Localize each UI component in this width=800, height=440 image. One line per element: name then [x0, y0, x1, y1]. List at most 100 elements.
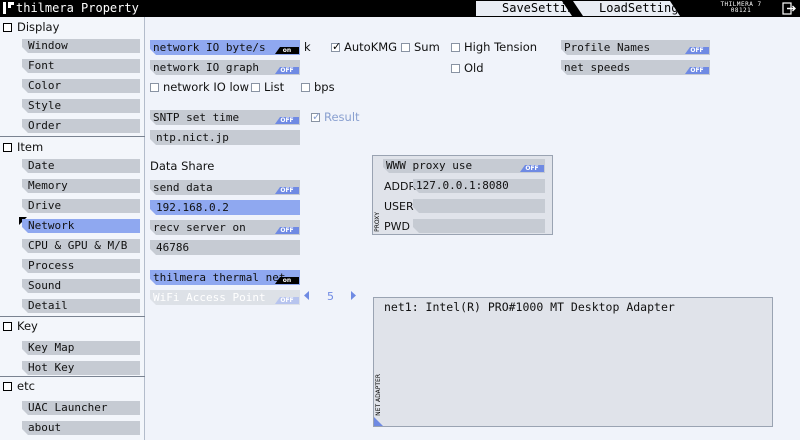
proxy-pwd-input[interactable]	[413, 219, 545, 233]
off-switch: OFF	[275, 67, 299, 74]
section-label: Key	[17, 319, 38, 333]
sidebar-item-process[interactable]: Process	[22, 259, 140, 273]
section-checkbox[interactable]	[3, 142, 12, 152]
net-speeds-toggle[interactable]: net speeds OFF	[561, 60, 710, 75]
sidebar-section-key[interactable]: Key	[3, 317, 38, 335]
sntp-label: SNTP set time	[153, 111, 240, 124]
recv-server-label: recv server on	[153, 221, 246, 234]
sidebar-item-network[interactable]: Network	[22, 219, 140, 233]
tab-load-label: LoadSetting	[599, 1, 679, 15]
sidebar-item-font[interactable]: Font	[22, 59, 140, 73]
network-io-low-label: network IO low	[163, 80, 250, 94]
proxy-addr-input[interactable]: 127.0.0.1:8080	[413, 179, 545, 193]
network-io-bytes-toggle[interactable]: network IO byte/s on	[150, 40, 300, 55]
checkbox-box	[251, 82, 260, 92]
ntp-server-input[interactable]: ntp.nict.jp	[150, 130, 300, 145]
k-unit-label: k	[304, 40, 311, 54]
result-checkbox[interactable]: Result	[311, 110, 360, 124]
high-tension-label: High Tension	[464, 40, 538, 54]
proxy-user-input[interactable]	[413, 199, 545, 213]
off-switch: OFF	[275, 117, 299, 124]
autokmg-checkbox[interactable]: AutoKMG	[331, 40, 397, 54]
thermal-net-label: thilmera thermal net	[153, 271, 286, 284]
sidebar-item-date[interactable]: Date	[22, 159, 140, 173]
profile-names-label: Profile Names	[564, 41, 651, 54]
proxy-panel: WWW proxy use OFF ADDR 127.0.0.1:8080 US…	[372, 155, 553, 235]
checkbox-box	[401, 42, 410, 52]
section-label: Display	[17, 20, 60, 34]
sidebar-item-window[interactable]: Window	[22, 39, 140, 53]
off-switch: OFF	[685, 47, 709, 54]
sidebar-item-uac-launcher[interactable]: UAC Launcher	[22, 401, 140, 415]
section-divider	[0, 136, 145, 137]
brand-line-2: 08121	[730, 7, 752, 14]
list-checkbox[interactable]: List	[251, 80, 284, 94]
net-adapter-tag: NET ADAPTER	[375, 374, 382, 416]
checkbox-box	[311, 110, 321, 123]
sidebar-item-memory[interactable]: Memory	[22, 179, 140, 193]
profile-names-toggle[interactable]: Profile Names OFF	[561, 40, 710, 55]
share-ip-input[interactable]: 192.168.0.2	[150, 200, 300, 215]
data-share-heading: Data Share	[150, 159, 215, 173]
wifi-access-point-toggle[interactable]: WiFi Access Point OFF	[150, 290, 300, 305]
sidebar-item-about[interactable]: about	[22, 421, 140, 435]
send-data-label: send data	[153, 181, 213, 194]
bps-checkbox[interactable]: bps	[301, 80, 335, 94]
old-label: Old	[464, 61, 484, 75]
sidebar-item-sound[interactable]: Sound	[22, 279, 140, 293]
checkbox-box	[150, 82, 159, 92]
thermal-net-toggle[interactable]: thilmera thermal net on	[150, 270, 300, 285]
wifi-access-point-label: WiFi Access Point	[153, 291, 266, 304]
sidebar-section-etc[interactable]: etc	[3, 377, 35, 395]
section-checkbox[interactable]	[3, 381, 12, 391]
sidebar-item-hot-key[interactable]: Hot Key	[22, 361, 140, 375]
proxy-tag: PROXY	[374, 212, 381, 232]
window-title: thilmera Property	[16, 1, 139, 15]
sidebar-item-key-map[interactable]: Key Map	[22, 341, 140, 355]
bps-label: bps	[314, 80, 335, 94]
proxy-use-toggle[interactable]: WWW proxy use OFF	[383, 159, 545, 173]
high-tension-checkbox[interactable]: High Tension	[451, 40, 537, 54]
share-port-input[interactable]: 46786	[150, 240, 300, 255]
checkbox-box	[451, 42, 460, 52]
sidebar-item-style[interactable]: Style	[22, 99, 140, 113]
panel-corner-icon	[374, 417, 383, 426]
sidebar-section-item[interactable]: Item	[3, 138, 43, 156]
sntp-toggle[interactable]: SNTP set time OFF	[150, 110, 300, 125]
user-label: USER	[384, 200, 414, 213]
off-switch: OFF	[520, 165, 544, 172]
network-io-low-checkbox[interactable]: network IO low	[150, 80, 249, 94]
section-checkbox[interactable]	[3, 321, 12, 331]
sidebar-section-display[interactable]: Display	[3, 18, 59, 36]
sidebar-item-order[interactable]: Order	[22, 119, 140, 133]
sum-checkbox[interactable]: Sum	[401, 40, 440, 54]
prev-arrow-icon[interactable]	[303, 291, 311, 300]
section-checkbox[interactable]	[3, 22, 12, 32]
next-arrow-icon[interactable]	[349, 291, 357, 300]
sidebar: Display Window Font Color Style Order It…	[0, 17, 145, 440]
sidebar-item-detail[interactable]: Detail	[22, 299, 140, 313]
section-label: etc	[17, 379, 35, 393]
index-counter: 5	[327, 290, 334, 303]
off-switch: OFF	[275, 297, 299, 304]
send-data-toggle[interactable]: send data OFF	[150, 180, 300, 195]
checkbox-box	[331, 40, 341, 53]
sum-label: Sum	[414, 40, 440, 54]
on-switch: on	[275, 47, 299, 54]
recv-server-toggle[interactable]: recv server on OFF	[150, 220, 300, 235]
title-bar: thilmera Property SaveSetting LoadSettin…	[0, 0, 800, 17]
tab-save-setting[interactable]: SaveSetting	[476, 1, 572, 16]
network-io-graph-toggle[interactable]: network IO graph OFF	[150, 60, 300, 75]
net-speeds-label: net speeds	[564, 61, 631, 74]
checkbox-box	[301, 82, 310, 92]
old-checkbox[interactable]: Old	[451, 61, 484, 75]
exit-icon[interactable]	[782, 2, 796, 15]
network-io-bytes-label: network IO byte/s	[153, 41, 266, 54]
off-switch: OFF	[685, 67, 709, 74]
sidebar-item-color[interactable]: Color	[22, 79, 140, 93]
proxy-use-label: WWW proxy use	[386, 159, 473, 172]
sidebar-item-cpu-gpu-mb[interactable]: CPU & GPU & M/B	[22, 239, 140, 253]
autokmg-label: AutoKMG	[344, 40, 398, 54]
tab-load-setting[interactable]: LoadSetting	[572, 1, 680, 16]
sidebar-item-drive[interactable]: Drive	[22, 199, 140, 213]
